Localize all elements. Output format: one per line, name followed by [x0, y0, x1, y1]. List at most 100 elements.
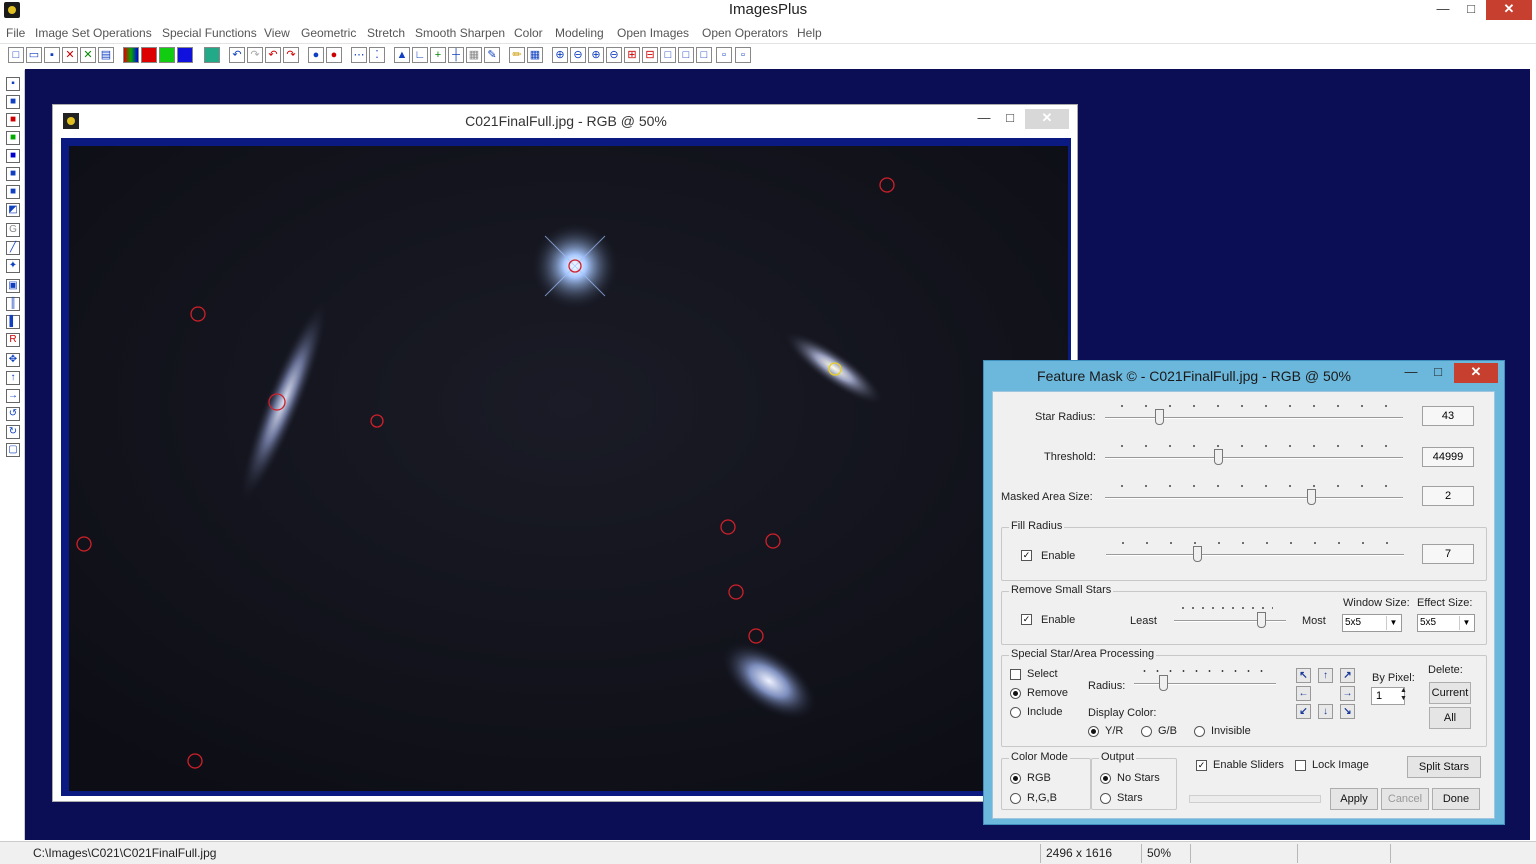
masked-area-slider[interactable] — [1105, 497, 1403, 499]
menu-special-functions[interactable]: Special Functions — [162, 26, 257, 40]
zoom-fit-icon[interactable]: ⊕ — [588, 47, 604, 63]
fill-radius-slider[interactable] — [1106, 554, 1404, 556]
view-4-icon[interactable]: ▫ — [716, 47, 732, 63]
star-radius-thumb[interactable] — [1155, 409, 1164, 425]
effect-size-select[interactable]: 5x5 ▼ — [1417, 614, 1475, 632]
right-arrow-icon[interactable]: → — [6, 389, 20, 403]
fill-radius-value[interactable]: 7 — [1422, 544, 1474, 564]
image-window-titlebar[interactable]: C021FinalFull.jpg - RGB @ 50% — □ ✕ — [53, 105, 1077, 137]
view-3-icon[interactable]: □ — [696, 47, 712, 63]
gb-radio[interactable] — [1141, 726, 1152, 737]
app-close-button[interactable]: ✕ — [1486, 0, 1532, 20]
delete-all-button[interactable]: All — [1429, 707, 1471, 729]
up-arrow-icon[interactable]: ↑ — [6, 371, 20, 385]
menu-open-operators[interactable]: Open Operators — [702, 26, 788, 40]
fill-radius-enable-checkbox[interactable]: ✓ — [1021, 550, 1032, 561]
mask-icon[interactable]: ● — [308, 47, 324, 63]
arrow-right-icon[interactable]: → — [1340, 686, 1355, 701]
image-maximize-button[interactable]: □ — [999, 109, 1021, 129]
close-icon[interactable]: ✕ — [62, 47, 78, 63]
remove-small-enable-checkbox[interactable]: ✓ — [1021, 614, 1032, 625]
rotate-right-icon[interactable]: ↻ — [6, 425, 20, 439]
print-icon[interactable]: ▤ — [98, 47, 114, 63]
arrow-up-right-icon[interactable]: ↗ — [1340, 668, 1355, 683]
open-icon[interactable]: ▭ — [26, 47, 42, 63]
dots-icon[interactable]: ⋯ — [351, 47, 367, 63]
green-mask-icon[interactable]: ■ — [6, 131, 20, 145]
special-radius-thumb[interactable] — [1159, 675, 1168, 691]
masked-area-thumb[interactable] — [1307, 489, 1316, 505]
menu-smooth-sharpen[interactable]: Smooth Sharpen — [415, 26, 505, 40]
green-channel-icon[interactable] — [159, 47, 175, 63]
astro-image[interactable] — [69, 146, 1068, 791]
remove-small-thumb[interactable] — [1257, 612, 1266, 628]
dialog-close-button[interactable]: ✕ — [1454, 363, 1498, 383]
black-icon[interactable]: ■ — [6, 95, 20, 109]
delete-current-button[interactable]: Current — [1429, 682, 1471, 704]
masked-area-value[interactable]: 2 — [1422, 486, 1474, 506]
by-pixel-spinner-icon[interactable]: ▲ ▼ — [1400, 687, 1407, 703]
remove-small-slider[interactable] — [1174, 620, 1286, 622]
menu-stretch[interactable]: Stretch — [367, 26, 405, 40]
split-stars-button[interactable]: Split Stars — [1407, 756, 1481, 778]
table-icon[interactable]: ▦ — [527, 47, 543, 63]
save-set-icon[interactable]: ▪ — [6, 77, 20, 91]
red-channel-icon[interactable] — [141, 47, 157, 63]
levels-icon[interactable]: ▲ — [394, 47, 410, 63]
zoom-in-icon[interactable]: ⊕ — [552, 47, 568, 63]
include-radio[interactable] — [1010, 707, 1021, 718]
redo-all-icon[interactable]: ↷ — [283, 47, 299, 63]
palette-icon[interactable]: ✎ — [484, 47, 500, 63]
dialog-minimize-button[interactable]: — — [1400, 363, 1422, 383]
add-icon[interactable]: + — [430, 47, 446, 63]
rect-select-icon[interactable]: ▣ — [6, 279, 20, 293]
feature-mask-dialog[interactable]: Feature Mask © - C021FinalFull.jpg - RGB… — [983, 360, 1505, 825]
dialog-titlebar[interactable]: Feature Mask © - C021FinalFull.jpg - RGB… — [984, 361, 1504, 391]
move-icon[interactable]: ✥ — [6, 353, 20, 367]
remove-radio[interactable] — [1010, 688, 1021, 699]
app-minimize-button[interactable]: — — [1432, 0, 1454, 20]
stars-radio[interactable] — [1100, 793, 1111, 804]
histogram-icon[interactable] — [204, 47, 220, 63]
menu-color[interactable]: Color — [514, 26, 543, 40]
rgb-icon[interactable] — [123, 47, 139, 63]
apply-button[interactable]: Apply — [1330, 788, 1378, 810]
mask-red-icon[interactable]: ● — [326, 47, 342, 63]
threshold-thumb[interactable] — [1214, 449, 1223, 465]
view-5-icon[interactable]: ▫ — [735, 47, 751, 63]
pencil-icon[interactable]: ✏ — [509, 47, 525, 63]
no-stars-radio[interactable] — [1100, 773, 1111, 784]
crosshair-icon[interactable]: ┼ — [448, 47, 464, 63]
image-minimize-button[interactable]: — — [973, 109, 995, 129]
menu-image-set-operations[interactable]: Image Set Operations — [35, 26, 152, 40]
black-bar-icon[interactable]: ▌ — [6, 315, 20, 329]
app-maximize-button[interactable]: □ — [1460, 0, 1482, 20]
zoom-actual-icon[interactable]: ⊖ — [606, 47, 622, 63]
view-1-icon[interactable]: □ — [660, 47, 676, 63]
invisible-radio[interactable] — [1194, 726, 1205, 737]
rgb-separate-radio[interactable] — [1010, 793, 1021, 804]
yr-radio[interactable] — [1088, 726, 1099, 737]
image-close-button[interactable]: ✕ — [1025, 109, 1069, 129]
fill-radius-thumb[interactable] — [1193, 546, 1202, 562]
undo-icon[interactable]: ↶ — [229, 47, 245, 63]
arrow-down-left-icon[interactable]: ↙ — [1296, 704, 1311, 719]
star-radius-value[interactable]: 43 — [1422, 406, 1474, 426]
lasso-icon[interactable]: G — [6, 223, 20, 237]
new-icon[interactable]: □ — [8, 47, 24, 63]
menu-file[interactable]: File — [6, 26, 25, 40]
threshold-slider[interactable] — [1105, 457, 1403, 459]
arrow-up-left-icon[interactable]: ↖ — [1296, 668, 1311, 683]
menu-view[interactable]: View — [264, 26, 290, 40]
star-radius-slider[interactable] — [1105, 417, 1403, 419]
curve-icon[interactable]: ∟ — [412, 47, 428, 63]
arrow-up-icon[interactable]: ↑ — [1318, 668, 1333, 683]
close-all-icon[interactable]: ✕ — [80, 47, 96, 63]
brush-icon[interactable]: ╱ — [6, 241, 20, 255]
lock-image-checkbox[interactable] — [1295, 760, 1306, 771]
undo-all-icon[interactable]: ↶ — [265, 47, 281, 63]
cancel-button[interactable]: Cancel — [1381, 788, 1429, 810]
grid-dots-icon[interactable]: ⁚ — [369, 47, 385, 63]
zoom-minus-icon[interactable]: ⊟ — [642, 47, 658, 63]
arrow-down-icon[interactable]: ↓ — [1318, 704, 1333, 719]
